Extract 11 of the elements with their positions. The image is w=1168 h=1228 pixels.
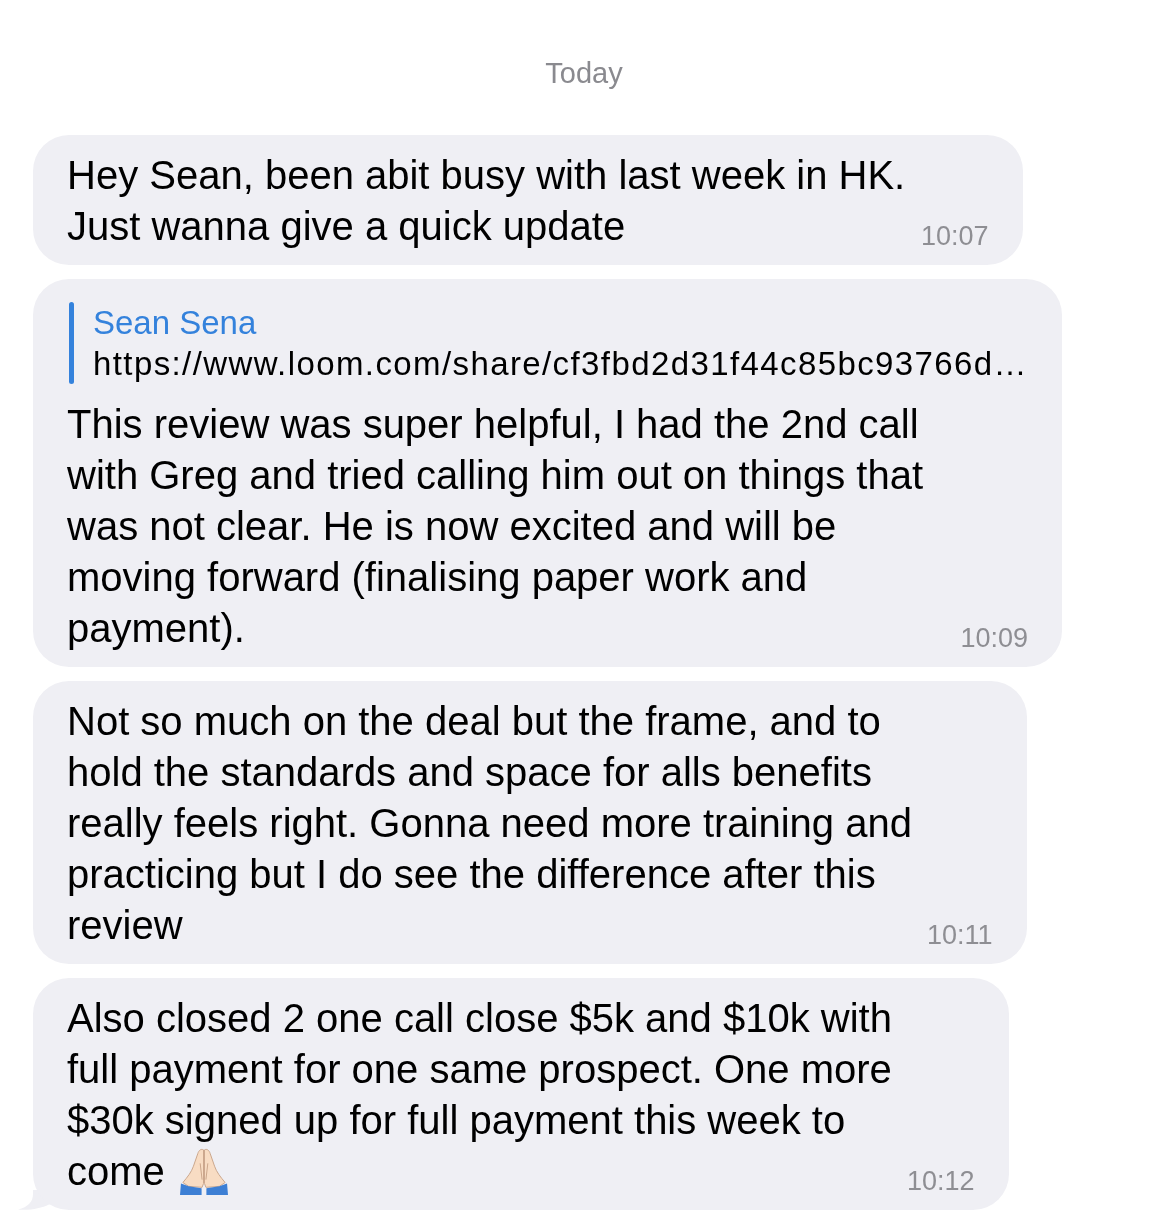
- message-text: Not so much on the deal but the frame, and to hold the standards and space for alls benefits really feels right. Gonna need more training and practicing but I do see the difference after this review: [67, 699, 912, 947]
- reply-preview: https://www.loom.com/share/cf3fbd2d31f44c85bc93766d…: [93, 344, 1028, 384]
- reply-author: Sean Sena: [93, 303, 257, 343]
- message-text: Hey Sean, been abit busy with last week in HK. Just wanna give a quick update: [67, 153, 906, 248]
- date-label: Today: [545, 56, 623, 91]
- message-time: 10:09: [960, 622, 1028, 654]
- message-time: 10:11: [927, 919, 993, 951]
- message-time: 10:12: [907, 1165, 975, 1197]
- message-text: This review was super helpful, I had the 2nd call with Greg and tried calling him out on things that was not clear. He is now excited and will be moving forward (finalising paper work and payment).: [67, 402, 924, 650]
- message-text: Also closed 2 one call close $5k and $10k with full payment for one same prospect. One more $30k signed up for full payment this week to come: [67, 996, 892, 1193]
- message-time: 10:07: [921, 220, 989, 252]
